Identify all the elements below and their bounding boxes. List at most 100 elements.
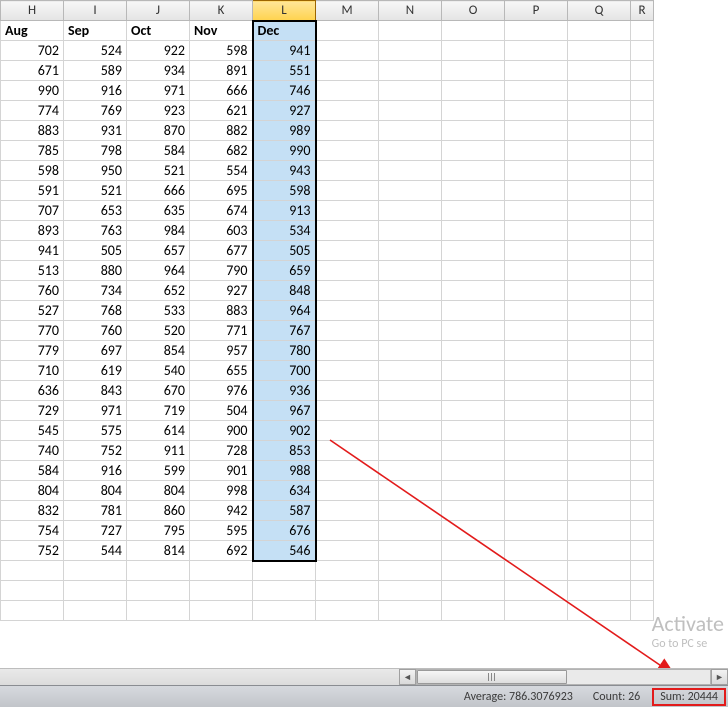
cell[interactable] xyxy=(568,281,631,301)
cell[interactable] xyxy=(631,301,654,321)
cell[interactable] xyxy=(505,81,568,101)
cell[interactable] xyxy=(505,561,568,581)
cell[interactable] xyxy=(379,241,442,261)
cell[interactable] xyxy=(190,601,253,621)
spreadsheet-grid[interactable]: HIJKLMNOPQRAugSepOctNovDec70252492259894… xyxy=(0,0,728,672)
cell[interactable]: 771 xyxy=(190,321,253,341)
cell[interactable] xyxy=(316,341,379,361)
cell[interactable] xyxy=(379,81,442,101)
cell[interactable] xyxy=(379,201,442,221)
cell[interactable]: 760 xyxy=(1,281,64,301)
table-row[interactable]: 729971719504967 xyxy=(1,401,654,421)
cell[interactable] xyxy=(568,541,631,561)
cell[interactable]: 504 xyxy=(190,401,253,421)
cell[interactable] xyxy=(64,561,127,581)
cell[interactable]: 900 xyxy=(190,421,253,441)
cell[interactable] xyxy=(631,441,654,461)
cell[interactable] xyxy=(442,201,505,221)
cell[interactable] xyxy=(505,481,568,501)
cell[interactable]: 860 xyxy=(127,501,190,521)
cell[interactable]: 674 xyxy=(190,201,253,221)
cell[interactable] xyxy=(442,341,505,361)
table-row[interactable]: 990916971666746 xyxy=(1,81,654,101)
cell[interactable] xyxy=(379,321,442,341)
cell[interactable] xyxy=(316,501,379,521)
cell[interactable]: 670 xyxy=(127,381,190,401)
cell[interactable]: 941 xyxy=(253,41,316,61)
cell[interactable]: 575 xyxy=(64,421,127,441)
table-row[interactable]: 545575614900902 xyxy=(1,421,654,441)
cell[interactable]: 770 xyxy=(1,321,64,341)
cell[interactable]: 677 xyxy=(190,241,253,261)
cell[interactable] xyxy=(568,401,631,421)
cell[interactable] xyxy=(568,321,631,341)
cell[interactable] xyxy=(316,221,379,241)
cell[interactable] xyxy=(568,61,631,81)
cell[interactable] xyxy=(442,501,505,521)
cell[interactable] xyxy=(568,81,631,101)
cell[interactable] xyxy=(64,601,127,621)
cell[interactable]: 943 xyxy=(253,161,316,181)
cell[interactable] xyxy=(379,301,442,321)
cell[interactable] xyxy=(631,601,654,621)
cell[interactable]: 990 xyxy=(253,141,316,161)
table-row[interactable]: 804804804998634 xyxy=(1,481,654,501)
cell[interactable] xyxy=(568,241,631,261)
column-header-I[interactable]: I xyxy=(64,1,127,21)
cell[interactable]: 734 xyxy=(64,281,127,301)
cell[interactable]: 891 xyxy=(190,61,253,81)
cell[interactable]: 589 xyxy=(64,61,127,81)
cell[interactable] xyxy=(631,141,654,161)
month-header-Dec[interactable]: Dec xyxy=(253,21,316,41)
cell[interactable]: 769 xyxy=(64,101,127,121)
cell[interactable]: 781 xyxy=(64,501,127,521)
cell[interactable] xyxy=(127,581,190,601)
cell[interactable] xyxy=(505,441,568,461)
cell[interactable] xyxy=(631,421,654,441)
cell[interactable] xyxy=(505,161,568,181)
cell[interactable]: 754 xyxy=(1,521,64,541)
cell[interactable] xyxy=(631,581,654,601)
cell[interactable] xyxy=(442,241,505,261)
cell[interactable] xyxy=(316,81,379,101)
column-header-J[interactable]: J xyxy=(127,1,190,21)
cell[interactable]: 584 xyxy=(127,141,190,161)
cell[interactable] xyxy=(442,401,505,421)
scroll-thumb[interactable] xyxy=(417,670,567,684)
cell[interactable]: 923 xyxy=(127,101,190,121)
cell[interactable]: 697 xyxy=(64,341,127,361)
cell[interactable] xyxy=(442,321,505,341)
cell[interactable]: 760 xyxy=(64,321,127,341)
cell[interactable]: 719 xyxy=(127,401,190,421)
table-row[interactable] xyxy=(1,581,654,601)
cell[interactable] xyxy=(442,301,505,321)
table-row[interactable] xyxy=(1,561,654,581)
cell[interactable] xyxy=(379,161,442,181)
cell[interactable] xyxy=(316,481,379,501)
cell[interactable]: 814 xyxy=(127,541,190,561)
cell[interactable]: 902 xyxy=(253,421,316,441)
month-header-R[interactable] xyxy=(631,21,654,41)
cell[interactable] xyxy=(316,161,379,181)
cell[interactable]: 666 xyxy=(127,181,190,201)
column-header-R[interactable]: R xyxy=(631,1,654,21)
cell[interactable] xyxy=(379,261,442,281)
cell[interactable]: 545 xyxy=(1,421,64,441)
cell[interactable]: 988 xyxy=(253,461,316,481)
cell[interactable] xyxy=(379,141,442,161)
cell[interactable] xyxy=(316,241,379,261)
cell[interactable]: 746 xyxy=(253,81,316,101)
cell[interactable]: 727 xyxy=(64,521,127,541)
cell[interactable] xyxy=(1,561,64,581)
cell[interactable] xyxy=(316,301,379,321)
month-header-Nov[interactable]: Nov xyxy=(190,21,253,41)
cell[interactable]: 695 xyxy=(190,181,253,201)
cell[interactable] xyxy=(568,121,631,141)
cell[interactable] xyxy=(568,561,631,581)
cell[interactable] xyxy=(631,361,654,381)
cell[interactable] xyxy=(442,141,505,161)
cell[interactable] xyxy=(505,401,568,421)
cell[interactable] xyxy=(316,581,379,601)
column-header-N[interactable]: N xyxy=(379,1,442,21)
table-row[interactable]: 702524922598941 xyxy=(1,41,654,61)
